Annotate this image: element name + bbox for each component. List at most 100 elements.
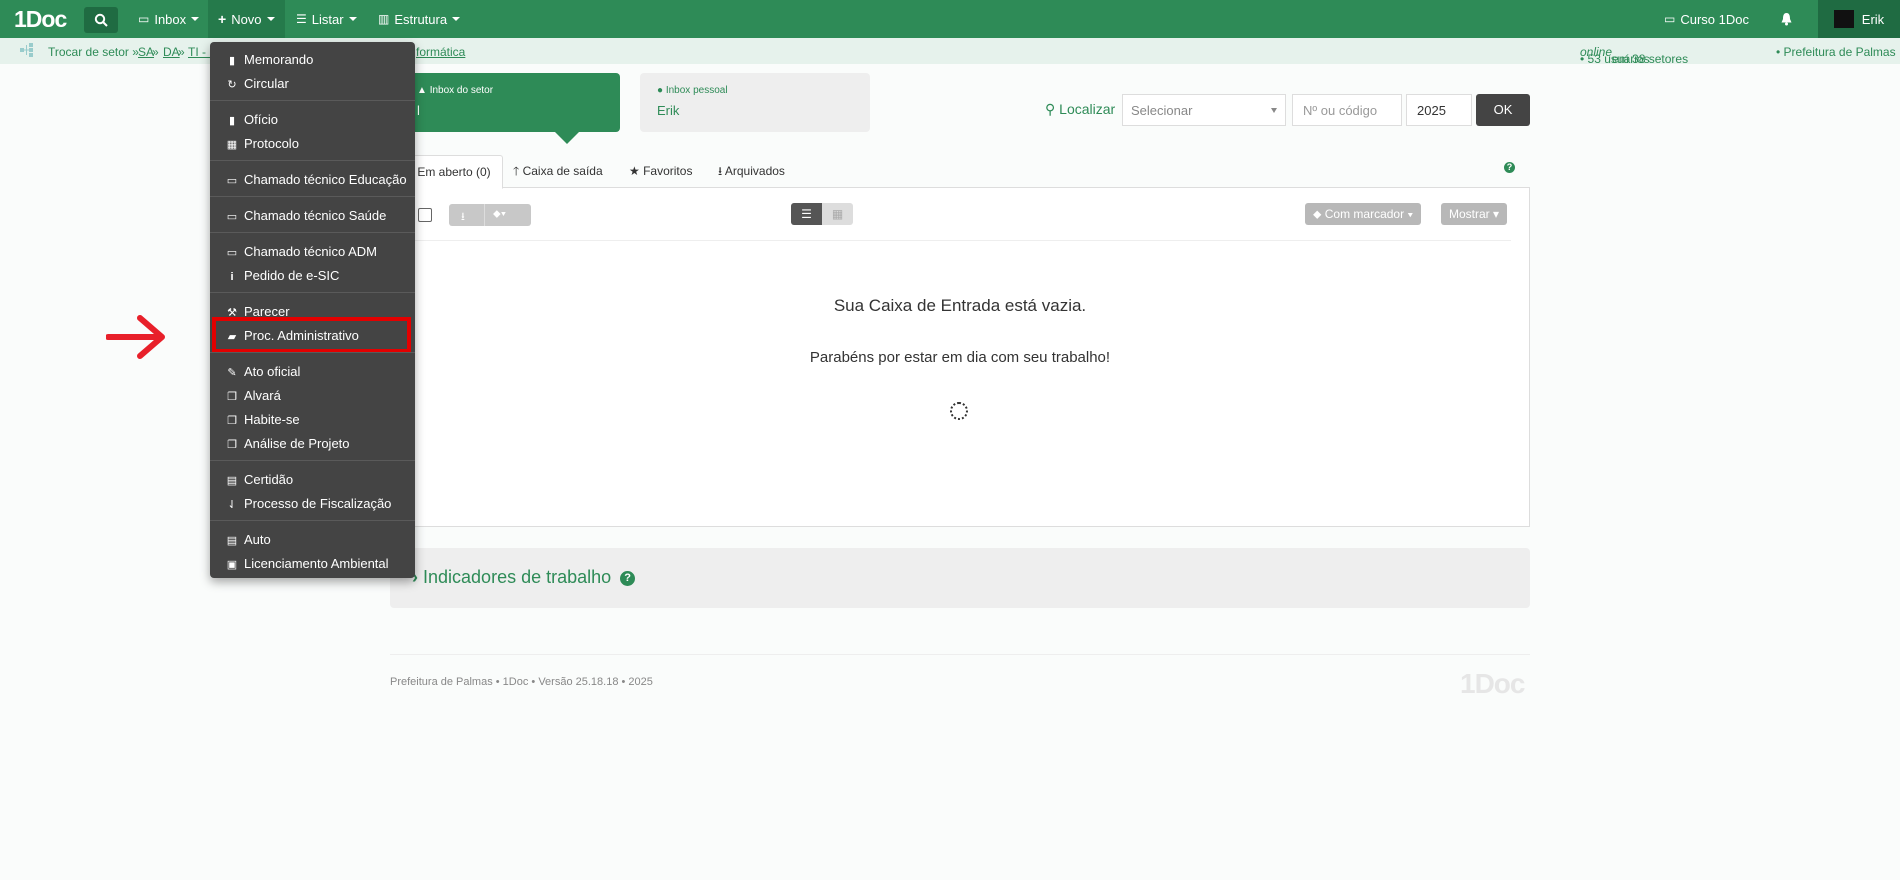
list-icon: ☰ [296, 12, 307, 26]
trocar-setor-link[interactable]: Trocar de setor » [48, 45, 139, 59]
help-icon[interactable]: ? [1504, 162, 1515, 173]
inbox-setor-label-text: Inbox do setor [429, 85, 494, 96]
top-navbar: 1Doc ▭ Inbox + Novo ☰ Listar ▥ Estrutura… [0, 0, 1900, 38]
breadcrumb-sep: » [152, 45, 159, 59]
chevron-down-icon [348, 17, 357, 21]
divider [390, 654, 1530, 655]
online-suffix: em 38 setores [1612, 52, 1689, 66]
divider [210, 460, 415, 461]
menu-item-label: Pedido de e-SIC [244, 268, 340, 283]
nav-curso-label: Curso 1Doc [1680, 11, 1749, 27]
building-icon: ▥ [378, 12, 390, 26]
tab-favoritos-label: Favoritos [643, 164, 693, 178]
menu-item-licenciamento[interactable]: ▣ Licenciamento Ambiental [225, 554, 389, 574]
tab-favoritos[interactable]: ★ Favoritos [629, 155, 692, 187]
menu-item-chamado-educacao[interactable]: ▭ Chamado técnico Educação [225, 170, 407, 190]
archive-icon: ▤ [226, 535, 238, 547]
copy-icon: ❐ [227, 415, 237, 427]
chevron-down-icon [1271, 108, 1277, 113]
bell-icon [1781, 13, 1792, 26]
nav-curso[interactable]: ▭ Curso 1Doc [1664, 0, 1749, 38]
menu-item-chamado-saude[interactable]: ▭ Chamado técnico Saúde [225, 206, 387, 226]
tag-icon[interactable]: ⬥▾ [493, 208, 506, 221]
chevron-down-icon [452, 17, 461, 21]
empty-inbox-title: Sua Caixa de Entrada está vazia. [833, 296, 1087, 315]
localizar-link[interactable]: ⚲ Localizar [1045, 101, 1115, 118]
menu-item-ato-oficial[interactable]: ✎ Ato oficial [225, 362, 300, 382]
user-menu[interactable]: Erik [1818, 0, 1900, 38]
tab-em-aberto[interactable]: Em aberto (0) [405, 155, 503, 189]
inbox-setor-card[interactable]: ▲ Inbox do setor l [400, 73, 620, 144]
nav-estrutura[interactable]: ▥ Estrutura [368, 0, 470, 38]
star-icon: ★ [629, 164, 644, 178]
number-code-input[interactable]: Nº ou código [1292, 94, 1402, 126]
menu-item-certidao[interactable]: ▤ Certidão [225, 470, 293, 490]
menu-item-label: Ofício [244, 112, 278, 127]
menu-item-chamado-adm[interactable]: ▭ Chamado técnico ADM [225, 242, 377, 262]
breadcrumb-ti[interactable]: TI - I [188, 45, 213, 59]
menu-item-memorando[interactable]: ▮ Memorando [225, 50, 313, 70]
plus-icon: + [218, 11, 227, 27]
download-icon[interactable]: ⭳ [461, 208, 465, 227]
empty-inbox-subtitle: Parabéns por estar em dia com seu trabal… [809, 349, 1111, 366]
work-indicators-title[interactable]: › Indicadores de trabalho ? [412, 567, 636, 588]
localizar-label: Localizar [1059, 101, 1116, 117]
breadcrumb-current[interactable]: formática [416, 45, 465, 59]
inbox-setor-label: ▲ Inbox do setor [417, 85, 493, 96]
menu-item-label: Certidão [244, 472, 294, 487]
divider [210, 520, 415, 521]
online-users-status: • 53 usuários online em 38 setores [1580, 45, 1688, 66]
inbox-pessoal-label: ● Inbox pessoal [657, 85, 728, 96]
tab-arquivados[interactable]: ⭳ Arquivados [718, 155, 785, 187]
nav-novo-label: Novo [231, 11, 262, 27]
work-indicators-panel[interactable]: › Indicadores de trabalho ? [390, 548, 1530, 608]
ok-button[interactable]: OK [1476, 94, 1530, 126]
nav-inbox[interactable]: ▭ Inbox [128, 0, 209, 38]
nav-novo[interactable]: + Novo [208, 0, 285, 38]
menu-item-circular[interactable]: ↻ Circular [225, 74, 288, 94]
highlight-box [212, 317, 411, 353]
menu-item-fiscalizacao[interactable]: ⇃ Processo de Fiscalização [225, 494, 391, 514]
menu-item-auto[interactable]: ▤ Auto [225, 530, 271, 550]
prefeitura-link[interactable]: • Prefeitura de Palmas [1776, 45, 1896, 59]
menu-item-oficio[interactable]: ▮ Ofício [225, 110, 278, 130]
menu-item-habite-se[interactable]: ❐ Habite-se [225, 410, 300, 430]
search-button[interactable] [84, 7, 118, 33]
year-input[interactable]: 2025 [1406, 94, 1472, 126]
select-all-checkbox[interactable] [418, 208, 432, 222]
user-icon: ● [657, 85, 666, 96]
divider [484, 204, 485, 226]
menu-item-label: Protocolo [244, 136, 299, 151]
divider [210, 100, 415, 101]
divider [210, 352, 415, 353]
download-icon: ⭳ [718, 164, 725, 178]
novo-dropdown-menu: ▮ Memorando ↻ Circular ▮ Ofício ▦ Protocolo … [210, 42, 415, 578]
arrow-up-icon: 🡑 [513, 164, 523, 178]
brand-logo[interactable]: 1Doc [14, 0, 67, 38]
list-view-icon[interactable]: ☰ [791, 203, 822, 225]
loading-spinner-icon [950, 402, 968, 420]
document-type-select[interactable]: Selecionar [1122, 94, 1286, 126]
com-marcador-dropdown[interactable]: ⬥ Com marcador ▾ [1305, 203, 1422, 225]
menu-item-label: Auto [244, 532, 271, 547]
menu-item-analise-projeto[interactable]: ❐ Análise de Projeto [225, 434, 349, 454]
help-icon[interactable]: ? [620, 571, 636, 586]
nav-listar[interactable]: ☰ Listar [286, 0, 367, 38]
inbox-pessoal-card[interactable]: ● Inbox pessoal Erik [640, 73, 870, 132]
menu-item-alvara[interactable]: ❐ Alvará [225, 386, 281, 406]
tab-caixa-saida[interactable]: 🡑 Caixa de saída [513, 155, 603, 187]
chevron-down-icon [191, 17, 200, 21]
picture-icon: ▣ [226, 559, 238, 571]
copy-icon: ❐ [227, 439, 237, 451]
keyboard-icon: ▭ [226, 211, 238, 223]
mostrar-dropdown[interactable]: Mostrar ▾ [1441, 203, 1508, 225]
calendar-view-icon[interactable]: ▦ [822, 203, 853, 225]
notifications-button[interactable] [1780, 0, 1793, 38]
work-indicators-label: Indicadores de trabalho [423, 567, 612, 587]
mostrar-label: Mostrar [1449, 207, 1490, 221]
menu-item-label: Chamado técnico ADM [244, 244, 377, 259]
menu-item-esic[interactable]: i Pedido de e-SIC [225, 266, 339, 286]
view-toggle: ☰ ▦ [791, 203, 853, 225]
menu-item-protocolo[interactable]: ▦ Protocolo [225, 134, 299, 154]
menu-item-label: Alvará [244, 388, 281, 403]
